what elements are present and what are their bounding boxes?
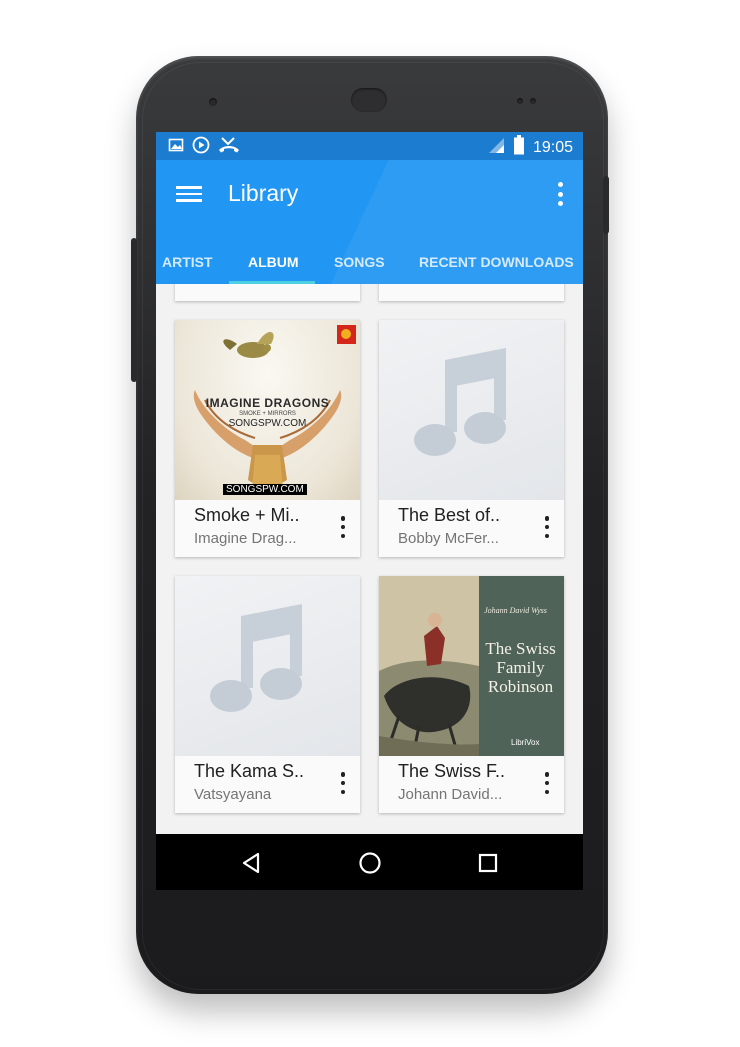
album-placeholder-art [175, 576, 360, 756]
album-cover-art: Johann David Wyss The Swiss Family Robin… [379, 576, 564, 756]
album-cover-title-line2: Family [496, 658, 545, 677]
image-icon [168, 137, 184, 158]
album-cover-art: IMAGINE DRAGONS SMOKE + MIRRORS SONGSPW.… [175, 320, 360, 500]
album-card-partial[interactable] [175, 284, 360, 301]
tab-songs[interactable]: SONGS [334, 254, 385, 270]
album-artist: Johann David... [398, 786, 503, 803]
album-grid: IMAGINE DRAGONS SMOKE + MIRRORS SONGSPW.… [156, 284, 583, 834]
album-artist: Imagine Drag... [194, 530, 297, 547]
album-artist: Vatsyayana [194, 786, 272, 803]
power-button [603, 176, 609, 234]
album-name: The Swiss F.. [398, 761, 506, 781]
album-placeholder-art [379, 320, 564, 500]
music-note-icon [414, 348, 506, 456]
menu-icon[interactable] [176, 182, 202, 204]
page-title: Library [228, 180, 299, 206]
light-sensor [517, 98, 523, 104]
status-time: 19:05 [532, 138, 573, 156]
album-name: The Best of.. [398, 505, 501, 525]
navigation-bar [156, 834, 583, 890]
more-vert-icon[interactable] [544, 772, 550, 794]
more-vert-icon[interactable] [340, 516, 346, 538]
recents-icon[interactable] [478, 853, 498, 878]
music-note-icon [210, 604, 302, 712]
album-cover-title: IMAGINE DRAGONS [205, 396, 330, 410]
more-vert-icon[interactable] [544, 516, 550, 538]
album-cover-publisher: LibriVox [511, 738, 540, 747]
volume-button [131, 238, 137, 382]
front-camera [209, 98, 217, 106]
earpiece [351, 88, 387, 112]
album-cover-author: Johann David Wyss [484, 606, 547, 615]
album-cover-subtitle: SMOKE + MIRRORS [239, 411, 296, 417]
album-cover-footer: SONGSPW.COM [223, 484, 307, 495]
missed-call-icon [218, 136, 240, 159]
phone-screen: 19:05 Library ARTIST ALBUM SONGS RECENT … [156, 132, 583, 890]
signal-icon [487, 136, 505, 159]
app-bar: Library ARTIST ALBUM SONGS RECENT DOWNLO… [156, 160, 583, 284]
album-name: The Kama S.. [194, 761, 305, 781]
tab-bar: ARTIST ALBUM SONGS RECENT DOWNLOADS [156, 240, 583, 284]
album-card-partial[interactable] [379, 284, 564, 301]
tab-artist[interactable]: ARTIST [162, 254, 213, 270]
album-card[interactable]: Johann David Wyss The Swiss Family Robin… [379, 576, 564, 813]
play-circle-icon [192, 136, 210, 159]
album-card[interactable]: IMAGINE DRAGONS SMOKE + MIRRORS SONGSPW.… [175, 320, 360, 557]
album-artist: Bobby McFer... [398, 530, 499, 547]
more-vert-icon[interactable] [340, 772, 346, 794]
home-icon[interactable] [358, 851, 382, 880]
album-cover-title-line1: The Swiss [485, 639, 556, 658]
more-vert-icon[interactable] [557, 182, 563, 206]
tab-recent-downloads[interactable]: RECENT DOWNLOADS [419, 254, 574, 270]
album-cover-title-line3: Robinson [487, 677, 554, 696]
back-icon[interactable] [240, 852, 262, 879]
status-bar: 19:05 [156, 132, 583, 160]
album-name: Smoke + Mi.. [194, 505, 300, 525]
album-cover-watermark: SONGSPW.COM [228, 418, 307, 429]
album-cover-illustration [193, 325, 356, 490]
tab-album[interactable]: ALBUM [248, 254, 299, 270]
album-card[interactable]: The Best of.. Bobby McFer... [379, 320, 564, 557]
proximity-sensor [530, 98, 536, 104]
battery-icon [513, 135, 525, 160]
album-card[interactable]: The Kama S.. Vatsyayana [175, 576, 360, 813]
